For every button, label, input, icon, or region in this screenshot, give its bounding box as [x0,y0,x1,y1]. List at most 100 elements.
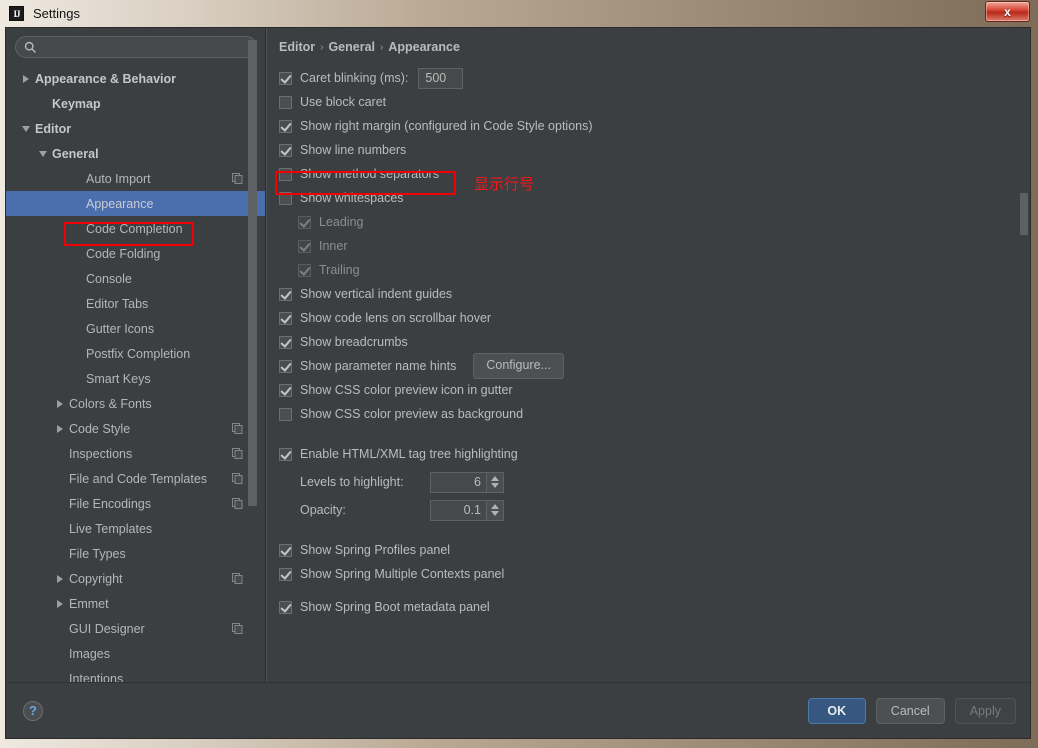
search-input[interactable] [42,39,236,55]
sidebar-item-code-completion[interactable]: Code Completion [6,216,265,241]
option-row-show-css-color-preview-icon-in-gutter[interactable]: Show CSS color preview icon in gutter [279,378,1030,402]
option-row-use-block-caret[interactable]: Use block caret [279,90,1030,114]
checkbox-show-parameter-name-hints[interactable] [279,359,292,373]
option-row-show-spring-multiple-contexts-panel[interactable]: Show Spring Multiple Contexts panel [279,562,1030,586]
option-row-trailing[interactable]: Trailing [279,258,1030,282]
option-row-show-spring-boot-metadata-panel[interactable]: Show Spring Boot metadata panel [279,595,1030,619]
sidebar-item-appearance-behavior[interactable]: Appearance & Behavior [6,66,265,91]
sidebar-item-console[interactable]: Console [6,266,265,291]
checkbox-show-method-separators[interactable] [279,167,292,181]
option-row-show-css-color-preview-as-background[interactable]: Show CSS color preview as background [279,402,1030,426]
sidebar-item-gui-designer[interactable]: GUI Designer [6,616,265,641]
checkbox-enable-html-xml-tag-tree-highlighting[interactable] [279,447,292,461]
checkbox-show-spring-multiple-contexts-panel[interactable] [279,567,292,581]
copy-icon[interactable] [232,573,243,584]
checkbox-caret-blinking-ms[interactable] [279,71,292,85]
option-row-leading[interactable]: Leading [279,210,1030,234]
chevron-down-icon[interactable] [491,483,499,488]
sidebar-scrollbar[interactable] [248,28,257,682]
sidebar-item-appearance[interactable]: Appearance [6,191,265,216]
opacity-value[interactable]: 0.1 [431,501,486,520]
sidebar-item-editor-tabs[interactable]: Editor Tabs [6,291,265,316]
sidebar-item-images[interactable]: Images [6,641,265,666]
checkbox-show-css-color-preview-as-background[interactable] [279,407,292,421]
chevron-right-icon[interactable] [54,397,67,410]
copy-icon[interactable] [232,623,243,634]
chevron-right-icon[interactable] [54,422,67,435]
chevron-right-icon[interactable] [20,72,33,85]
sidebar-item-file-types[interactable]: File Types [6,541,265,566]
copy-icon[interactable] [232,448,243,459]
sidebar-item-smart-keys[interactable]: Smart Keys [6,366,265,391]
option-row-show-method-separators[interactable]: Show method separators [279,162,1030,186]
option-row-show-code-lens-on-scrollbar-hover[interactable]: Show code lens on scrollbar hover [279,306,1030,330]
levels-to-highlight-spinner[interactable]: 6 [430,471,504,493]
sidebar-item-editor[interactable]: Editor [6,116,265,141]
checkbox-show-spring-boot-metadata-panel[interactable] [279,600,292,614]
chevron-up-icon[interactable] [491,476,499,481]
close-icon[interactable]: x [985,1,1030,22]
chevron-down-icon[interactable] [37,147,50,160]
sidebar-item-general[interactable]: General [6,141,265,166]
search-box[interactable] [15,36,257,58]
sidebar-scrollbar-thumb[interactable] [248,40,257,506]
levels-to-highlight-stepper[interactable] [486,472,503,492]
breadcrumb-part[interactable]: Appearance [388,40,460,54]
option-row-caret-blinking-ms[interactable]: Caret blinking (ms): 500 [279,66,1030,90]
sidebar-item-emmet[interactable]: Emmet [6,591,265,616]
levels-to-highlight-value[interactable]: 6 [431,473,486,492]
help-icon[interactable]: ? [23,700,43,721]
configure-button[interactable]: Configure... [473,353,564,379]
sidebar-item-keymap[interactable]: Keymap [6,91,265,116]
checkbox-show-code-lens-on-scrollbar-hover[interactable] [279,311,292,325]
sidebar-item-auto-import[interactable]: Auto Import [6,166,265,191]
chevron-right-icon[interactable] [54,572,67,585]
option-row-show-right-margin-configured-in-code-style-options[interactable]: Show right margin (configured in Code St… [279,114,1030,138]
option-row-show-whitespaces[interactable]: Show whitespaces [279,186,1030,210]
option-row-show-line-numbers[interactable]: Show line numbers [279,138,1030,162]
option-row-show-parameter-name-hints[interactable]: Show parameter name hints Configure... [279,353,1030,379]
cancel-button[interactable]: Cancel [875,697,945,724]
option-row-show-vertical-indent-guides[interactable]: Show vertical indent guides [279,282,1030,306]
sidebar-item-code-folding[interactable]: Code Folding [6,241,265,266]
copy-icon[interactable] [232,473,243,484]
sidebar-item-live-templates[interactable]: Live Templates [6,516,265,541]
option-row-inner[interactable]: Inner [279,234,1030,258]
checkbox-use-block-caret[interactable] [279,95,292,109]
checkbox-show-whitespaces[interactable] [279,191,292,205]
sidebar-item-copyright[interactable]: Copyright [6,566,265,591]
sidebar-item-gutter-icons[interactable]: Gutter Icons [6,316,265,341]
option-row-show-breadcrumbs[interactable]: Show breadcrumbs [279,330,1030,354]
sidebar-item-label: Editor Tabs [86,296,149,311]
option-row-show-spring-profiles-panel[interactable]: Show Spring Profiles panel [279,538,1030,562]
sidebar-item-postfix-completion[interactable]: Postfix Completion [6,341,265,366]
sidebar-item-intentions[interactable]: Intentions [6,666,265,683]
sidebar-item-file-and-code-templates[interactable]: File and Code Templates [6,466,265,491]
checkbox-show-breadcrumbs[interactable] [279,335,292,349]
chevron-down-icon[interactable] [491,511,499,516]
checkbox-show-spring-profiles-panel[interactable] [279,543,292,557]
sidebar-item-colors-fonts[interactable]: Colors & Fonts [6,391,265,416]
main-scrollbar-thumb[interactable] [1020,193,1028,235]
chevron-right-icon[interactable] [54,597,67,610]
caret-blinking-input[interactable]: 500 [418,67,464,89]
checkbox-show-vertical-indent-guides[interactable] [279,287,292,301]
chevron-up-icon[interactable] [491,504,499,509]
sidebar-item-inspections[interactable]: Inspections [6,441,265,466]
sidebar-item-code-style[interactable]: Code Style [6,416,265,441]
option-row-enable-html-xml-tag-tree-highlighting[interactable]: Enable HTML/XML tag tree highlighting [279,442,1030,466]
opacity-stepper[interactable] [486,500,503,520]
copy-icon[interactable] [232,498,243,509]
breadcrumb-part[interactable]: General [328,40,375,54]
opacity-spinner[interactable]: 0.1 [430,499,504,521]
copy-icon[interactable] [232,173,243,184]
breadcrumb-part[interactable]: Editor [279,40,315,54]
main-scrollbar[interactable] [1019,28,1029,682]
checkbox-show-css-color-preview-icon-in-gutter[interactable] [279,383,292,397]
chevron-down-icon[interactable] [20,122,33,135]
checkbox-show-line-numbers[interactable] [279,143,292,157]
copy-icon[interactable] [232,423,243,434]
ok-button[interactable]: OK [807,697,866,724]
sidebar-item-file-encodings[interactable]: File Encodings [6,491,265,516]
checkbox-show-right-margin-configured-in-code-style-options[interactable] [279,119,292,133]
